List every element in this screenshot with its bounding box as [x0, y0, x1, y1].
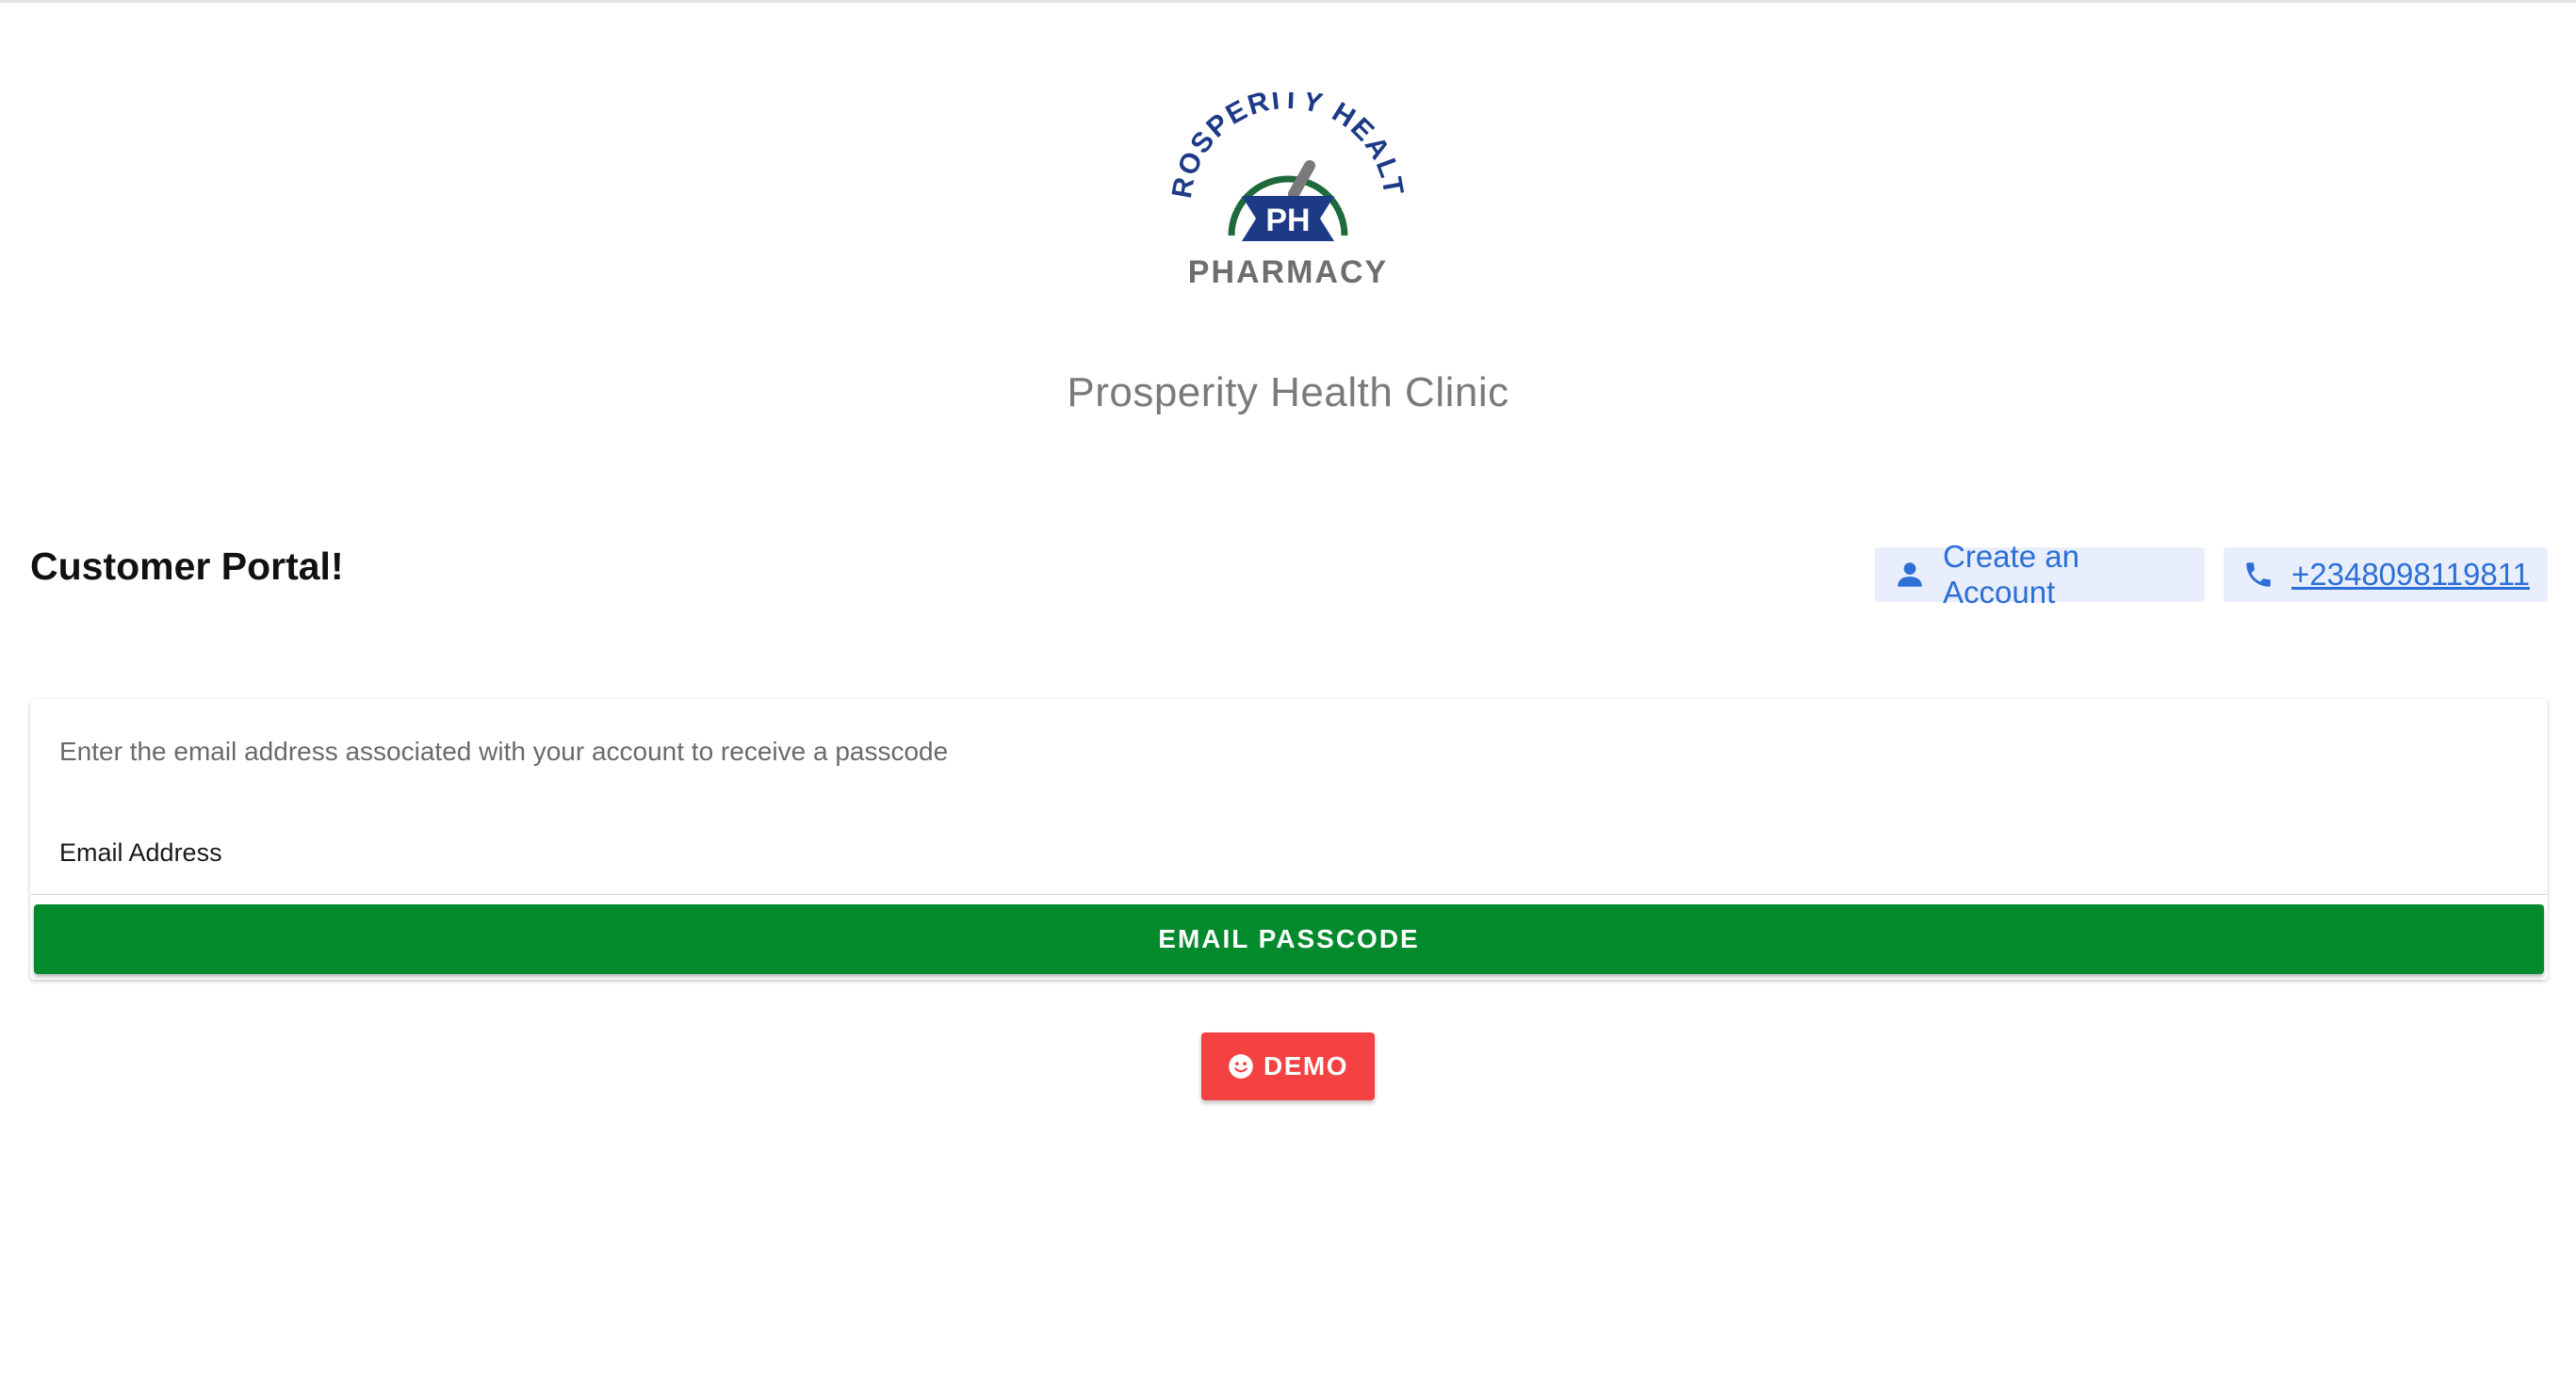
page-title: Customer Portal!	[30, 545, 344, 588]
smiley-icon	[1228, 1053, 1254, 1080]
email-field[interactable]: Email Address	[30, 821, 2548, 895]
instruction-text: Enter the email address associated with …	[59, 737, 949, 766]
logo-monogram: PH	[1265, 203, 1310, 238]
demo-label: DEMO	[1264, 1051, 1348, 1081]
logo-pharmacy-text: PHARMACY	[1188, 254, 1388, 290]
phone-link[interactable]: +2348098119811	[2224, 547, 2548, 602]
email-input[interactable]	[59, 863, 2513, 893]
demo-button[interactable]: DEMO	[1201, 1032, 1375, 1100]
pestle-icon	[1288, 160, 1315, 200]
svg-text:PROSPERITY HEALTH: PROSPERITY HEALTH	[1170, 92, 1406, 201]
pharmacy-logo: PROSPERITY HEALTH PH PHARMACY	[1170, 92, 1406, 290]
logo-arc-text: PROSPERITY HEALTH	[1170, 92, 1406, 201]
login-card: Enter the email address associated with …	[30, 699, 2548, 980]
top-divider	[0, 0, 2576, 3]
person-icon	[1894, 559, 1926, 591]
create-account-label: Create an Account	[1943, 539, 2079, 610]
phone-number: +2348098119811	[2291, 557, 2530, 592]
phone-icon	[2242, 559, 2274, 591]
clinic-name: Prosperity Health Clinic	[1067, 369, 1509, 415]
create-account-button[interactable]: Create an Account	[1875, 539, 2205, 610]
email-passcode-button[interactable]: EMAIL PASSCODE	[34, 904, 2544, 974]
